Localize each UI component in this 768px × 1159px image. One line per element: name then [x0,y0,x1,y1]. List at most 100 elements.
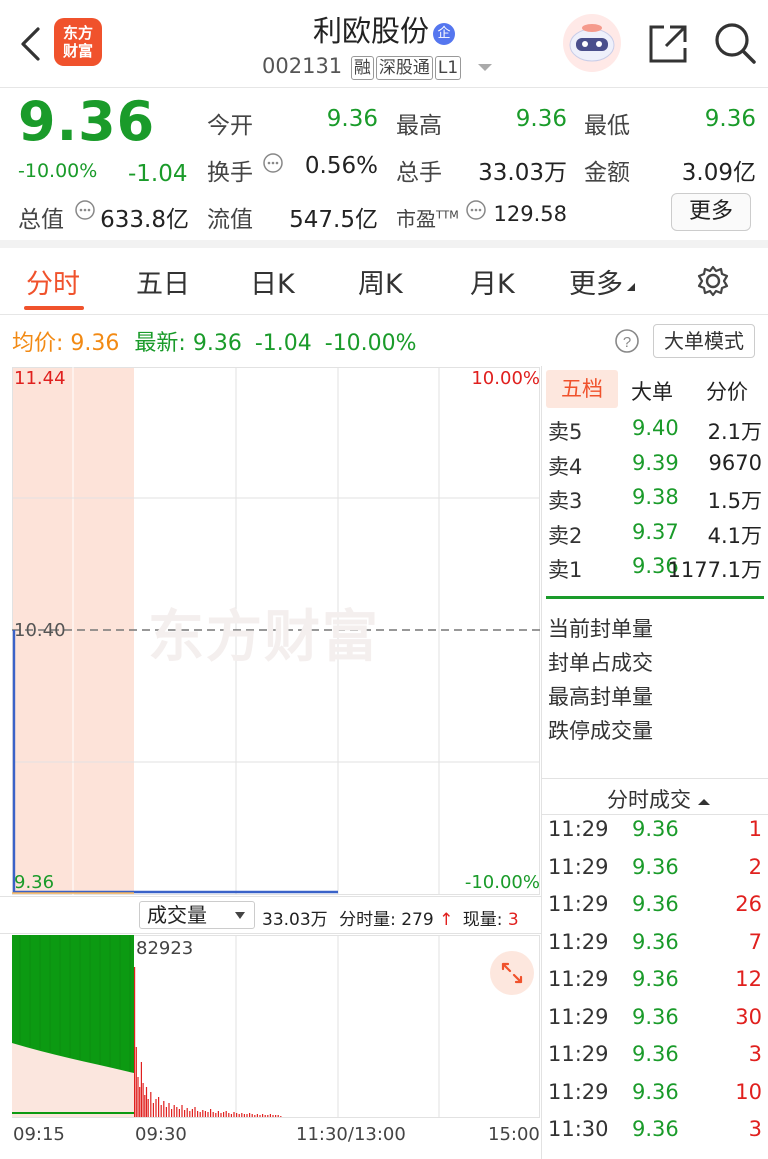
tag-margin: 融 [350,56,374,80]
help-icon[interactable]: ? [614,328,640,354]
tick-price: 9.36 [632,1079,679,1104]
volume-bar [165,1107,167,1117]
tick-trades-title[interactable]: 分时成交 [607,784,711,814]
tick-price: 9.36 [632,1117,679,1141]
tab-large-orders[interactable]: 大单 [631,376,673,406]
tab-intraday[interactable]: 分时 [26,262,80,301]
share-icon[interactable] [646,22,690,66]
tick-volume: 3 [748,1042,762,1066]
info-dots-icon[interactable] [74,199,96,221]
volume-bar [267,1115,269,1117]
tag-level: L1 [434,56,462,80]
expand-icon[interactable] [489,950,535,996]
volume-bar [233,1112,235,1117]
volume-bar [186,1108,188,1117]
tick-time: 11:29 [548,854,609,879]
time-label-midday: 11:30/13:00 [296,1124,406,1145]
settings-gear-icon[interactable] [696,264,730,298]
tab-price-distribution[interactable]: 分价 [706,376,748,406]
limit-info-item: 封单占成交 [548,651,653,675]
volume-bar [152,1103,154,1117]
more-button[interactable]: 更多 [671,193,751,231]
high-label: 最高 [396,113,442,139]
time-label-close: 15:00 [488,1124,540,1145]
pct-axis-low: -10.00% [464,872,540,893]
volume-bar [202,1110,204,1117]
header: 东方 财富 利欧股份企 002131 融深股通 L1 [0,0,768,88]
volume-bar [142,1083,144,1117]
open-value: 9.36 [326,106,378,132]
svg-text:?: ? [623,334,631,351]
low-value: 9.36 [704,106,756,132]
time-label-open-auction: 09:15 [13,1124,65,1145]
divider [542,814,768,815]
ask-label: 卖2 [548,523,583,548]
ask-label: 卖4 [548,454,583,479]
divider [0,240,768,248]
volume-bar [264,1115,266,1117]
ask-row: 卖5 9.40 2.1万 [548,416,762,448]
volume-chart[interactable] [12,935,540,1118]
ask-volume: 9670 [708,450,762,475]
volume-bar [139,1087,141,1117]
tag-connect: 深股通 [375,56,433,80]
tick-volume: 30 [735,1004,762,1029]
large-order-mode-button[interactable]: 大单模式 [653,324,755,358]
tick-volume: 26 [735,892,762,916]
tick-time: 11:29 [548,967,609,991]
float-value: 547.5亿 [289,207,378,233]
tick-time: 11:29 [548,817,609,841]
tick-volume: 10 [735,1079,762,1104]
volume-bar [160,1105,162,1117]
tab-daily-k[interactable]: 日K [250,262,295,301]
ask-row: 卖4 9.39 9670 [548,451,762,483]
current-price: 9.36 [18,90,156,153]
volume-bar [189,1111,191,1117]
search-icon[interactable] [712,20,758,66]
ask-row: 卖2 9.37 4.1万 [548,520,762,552]
panel-divider [541,366,542,1159]
tick-price: 9.36 [632,854,679,879]
divider [542,778,768,779]
amount-value: 3.09亿 [681,160,756,186]
tick-price: 9.36 [632,929,679,954]
tab-more[interactable]: 更多 [569,262,637,301]
ask-label: 卖1 [548,558,583,582]
ask-label: 卖5 [548,420,583,444]
tab-weekly-k[interactable]: 周K [358,262,403,301]
ask-volume: 1.5万 [707,489,762,513]
volume-bar [134,967,136,1117]
pct-axis-high: 10.00% [471,368,540,389]
tick-time: 11:29 [548,1004,609,1029]
volume-bar [171,1109,173,1117]
volume-bar [277,1115,279,1117]
volume-bar [197,1111,199,1117]
volume-bar [259,1115,261,1117]
avg-price-value: 9.36 [70,331,120,356]
ask-price: 9.39 [632,450,679,475]
high-value: 9.36 [515,106,567,132]
volume-bar [280,1116,282,1117]
price-axis-high: 11.44 [14,368,66,389]
mktcap-value: 633.8亿 [100,207,189,233]
volume-label: 总手 [396,160,442,186]
tick-time: 11:29 [548,1079,609,1104]
tab-five-levels[interactable]: 五档 [546,370,618,408]
limit-info-item: 当前封单量 [548,617,653,641]
tab-monthly-k[interactable]: 月K [470,262,515,301]
ask-price: 9.40 [632,416,679,440]
volume-bar [199,1112,201,1117]
volume-bar [215,1113,217,1117]
change-value: -1.04 [128,161,188,187]
pe-label: 市盈TTM [396,207,459,231]
volume-bar [272,1115,274,1117]
ask-row: 卖1 9.36 1177.1万 [548,554,762,586]
volume-value: 33.03万 [478,160,567,186]
turnover-value: 0.56% [304,153,378,179]
volume-bar [184,1110,186,1117]
limit-info-item: 最高封单量 [548,685,653,709]
assistant-avatar[interactable] [563,14,621,72]
dropdown-arrow-icon[interactable] [476,61,494,73]
tab-five-day[interactable]: 五日 [136,262,190,301]
volume-selector[interactable]: 成交量 [139,901,255,929]
